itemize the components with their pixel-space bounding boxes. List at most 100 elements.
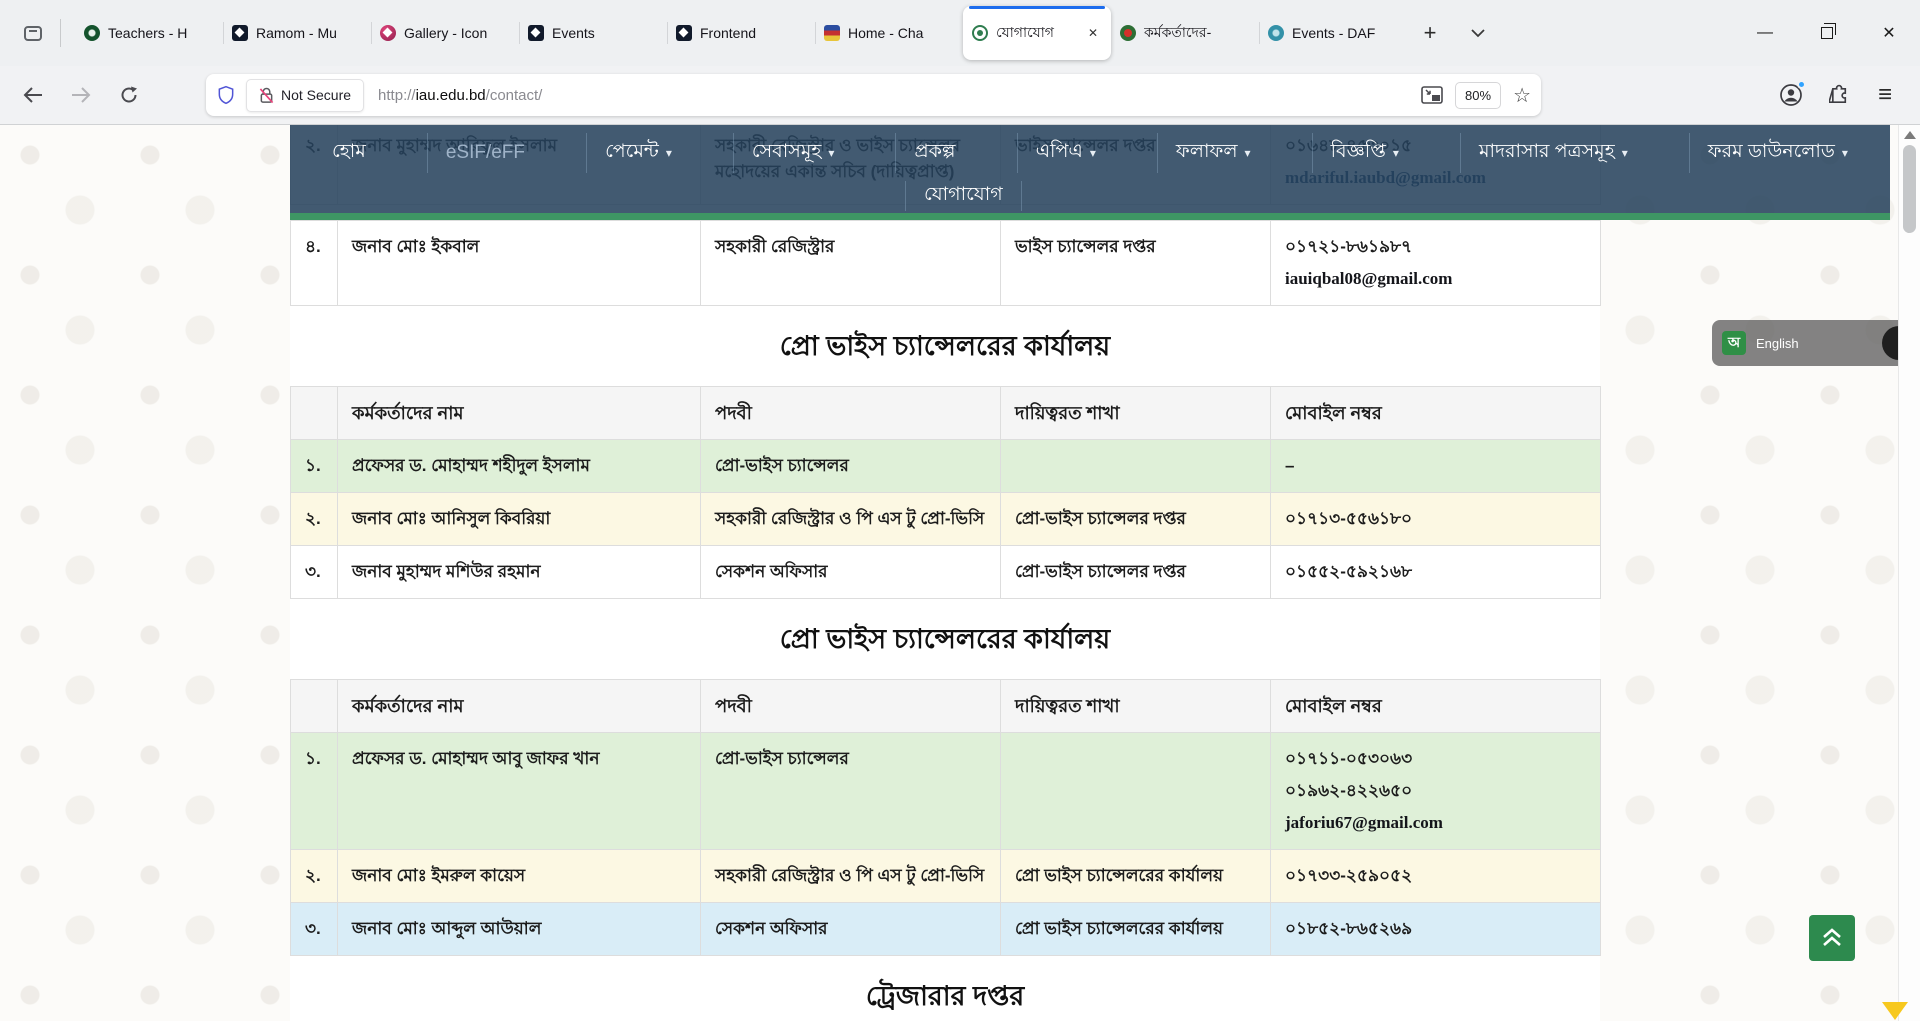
tab-frontend[interactable]: Frontend [667, 6, 815, 60]
firefox-view-icon [24, 26, 42, 41]
nav-item-apa[interactable]: এপিএ▾ [1017, 133, 1114, 173]
nav-label: যোগাযোগ [924, 180, 1003, 212]
table-row: ১. প্রফেসর ড. মোহাম্মদ শহীদুল ইসলাম প্রো… [291, 440, 1601, 493]
reload-button[interactable] [112, 78, 146, 112]
translate-language-label: English [1756, 336, 1799, 351]
minimize-icon: — [1757, 24, 1773, 42]
tab-gallery[interactable]: Gallery - Icon [371, 6, 519, 60]
cell-serial: ৩. [291, 903, 338, 956]
mobile-number: ০১৭১১-০৫৩০৬৩ [1285, 746, 1586, 772]
url-host: iau.edu.bd [416, 87, 486, 104]
shield-icon[interactable] [216, 84, 236, 106]
nav-item-home[interactable]: হোম [314, 133, 384, 173]
bangla-letter-icon: অ [1722, 331, 1746, 355]
table-row: ২. জনাব মোঃ আনিসুল কিবরিয়া সহকারী রেজিস… [291, 493, 1601, 546]
tab-events[interactable]: Events [519, 6, 667, 60]
nav-item-services[interactable]: সেবাসমূহ▾ [733, 133, 852, 173]
nav-item-contact[interactable]: যোগাযোগ [905, 181, 1022, 211]
cell-mobile: ০১৭১১-০৫৩০৬৩ ০১৯৬২-৪২২৬৫০ jaforiu67@gmai… [1271, 733, 1601, 850]
scroll-to-top-button[interactable] [1809, 915, 1855, 961]
caret-down-icon: ▾ [1245, 146, 1251, 160]
cell-serial: ১. [291, 733, 338, 850]
caret-down-icon: ▾ [828, 146, 834, 160]
extensions-button[interactable] [1829, 84, 1852, 107]
nav-item-esif[interactable]: eSIF/eFF [427, 133, 543, 173]
iau-logo-favicon-icon [972, 25, 988, 41]
forward-arrow-icon [71, 87, 91, 103]
cell-branch: প্রো-ভাইস চ্যান্সেলর দপ্তর [1001, 493, 1271, 546]
tab-separator [60, 19, 61, 47]
graduation-cap-favicon-icon [676, 25, 692, 41]
restore-button[interactable] [1796, 0, 1858, 66]
scrollbar-thumb[interactable] [1903, 145, 1916, 233]
gallery-favicon-icon [380, 25, 396, 41]
tab-close-icon[interactable]: ✕ [1084, 24, 1102, 42]
teachers-favicon-icon [84, 25, 100, 41]
firefox-view-button[interactable] [16, 16, 50, 50]
table-header-row: কর্মকর্তাদের নাম পদবী দায়িত্বরত শাখা মো… [291, 387, 1601, 440]
officers-table-1: কর্মকর্তাদের নাম পদবী দায়িত্বরত শাখা মো… [290, 386, 1601, 599]
cell-designation: সেকশন অফিসার [701, 903, 1001, 956]
cell-designation: সহকারী রেজিস্ট্রার ও পি এস টু প্রো-ভিসি [701, 850, 1001, 903]
caret-down-icon: ▾ [1622, 146, 1628, 160]
restore-icon [1821, 27, 1833, 39]
account-button[interactable] [1779, 83, 1803, 107]
table-row: ৩. জনাব মুহাম্মদ মশিউর রহমান সেকশন অফিসা… [291, 546, 1601, 599]
nav-item-form-download[interactable]: ফরম ডাউনলোড▾ [1689, 133, 1866, 173]
scrollbar-up-arrow-icon[interactable] [1904, 131, 1916, 139]
cell-serial: ৩. [291, 546, 338, 599]
tab-events-daf[interactable]: Events - DAF [1259, 6, 1407, 60]
cell-name: জনাব মোঃ ইমরুল কায়েস [338, 850, 701, 903]
bookmark-star-icon[interactable]: ☆ [1513, 83, 1531, 108]
graduation-cap-favicon-icon [528, 25, 544, 41]
nav-item-results[interactable]: ফলাফল▾ [1157, 133, 1269, 173]
page-scrollbar[interactable] [1898, 125, 1920, 1021]
tab-home-chap[interactable]: Home - Cha [815, 6, 963, 60]
cell-name: প্রফেসর ড. মোহাম্মদ আবু জাফর খান [338, 733, 701, 850]
cell-branch [1001, 440, 1271, 493]
url-text[interactable]: http://iau.edu.bd/contact/ [378, 87, 1421, 104]
new-tab-button[interactable]: + [1413, 16, 1447, 50]
tab-jogajog-active[interactable]: যোগাযোগ ✕ [963, 6, 1111, 60]
nav-item-payment[interactable]: পেমেন্ট▾ [586, 133, 690, 173]
toolbar-right-icons: ≡ [1779, 83, 1904, 107]
mobile-number-2: ০১৯৬২-৪২২৬৫০ [1285, 778, 1586, 804]
header-mobile: মোবাইল নম্বর [1271, 387, 1601, 440]
picture-in-picture-icon[interactable] [1421, 86, 1443, 104]
navbar-row-1: হোম eSIF/eFF পেমেন্ট▾ সেবাসমূহ▾ প্রকল্প … [290, 125, 1890, 181]
list-all-tabs-button[interactable] [1461, 16, 1495, 50]
tab-ramom[interactable]: Ramom - Mu [223, 6, 371, 60]
nav-item-projects[interactable]: প্রকল্প [895, 133, 973, 173]
cell-mobile: – [1271, 440, 1601, 493]
cell-mobile: ০১৭৩৩-২৫৯০৫২ [1271, 850, 1601, 903]
back-button[interactable] [16, 78, 50, 112]
table-row: ২. জনাব মোঃ ইমরুল কায়েস সহকারী রেজিস্ট্… [291, 850, 1601, 903]
navbar-row-2: যোগাযোগ [290, 181, 1890, 213]
tab-title: Gallery - Icon [404, 25, 510, 41]
minimize-button[interactable]: — [1734, 0, 1796, 66]
yellow-scroll-marker-icon[interactable] [1882, 1002, 1908, 1020]
nav-label: ফরম ডাউনলোড [1708, 137, 1835, 169]
tab-title: Events - DAF [1292, 25, 1398, 41]
browser-tab-bar: Teachers - H Ramom - Mu Gallery - Icon E… [0, 0, 1920, 66]
caret-down-icon: ▾ [1393, 146, 1399, 160]
cell-name: প্রফেসর ড. মোহাম্মদ শহীদুল ইসলাম [338, 440, 701, 493]
forward-button[interactable] [64, 78, 98, 112]
nav-item-notices[interactable]: বিজ্ঞপ্তি▾ [1312, 133, 1417, 173]
insecure-lock-icon [259, 87, 274, 104]
cell-serial: ১. [291, 440, 338, 493]
cell-branch: প্রো ভাইস চ্যান্সেলরের কার্যালয় [1001, 903, 1271, 956]
url-bar[interactable]: Not Secure http://iau.edu.bd/contact/ 80… [206, 74, 1541, 116]
tab-kormokorta[interactable]: কর্মকর্তাদের- [1111, 6, 1259, 60]
zoom-level-badge[interactable]: 80% [1455, 82, 1501, 109]
site-security-chip[interactable]: Not Secure [246, 79, 364, 112]
close-button[interactable]: ✕ [1858, 0, 1920, 66]
menu-button[interactable]: ≡ [1878, 83, 1892, 107]
nav-label: এপিএ [1036, 137, 1083, 169]
reload-icon [120, 86, 138, 104]
tab-title: Teachers - H [108, 25, 214, 41]
cell-designation: প্রো-ভাইস চ্যান্সেলর [701, 733, 1001, 850]
tab-teachers[interactable]: Teachers - H [75, 6, 223, 60]
translate-widget[interactable]: অ English [1712, 320, 1920, 366]
nav-item-madrasah-letters[interactable]: মাদরাসার পত্রসমূহ▾ [1460, 133, 1646, 173]
